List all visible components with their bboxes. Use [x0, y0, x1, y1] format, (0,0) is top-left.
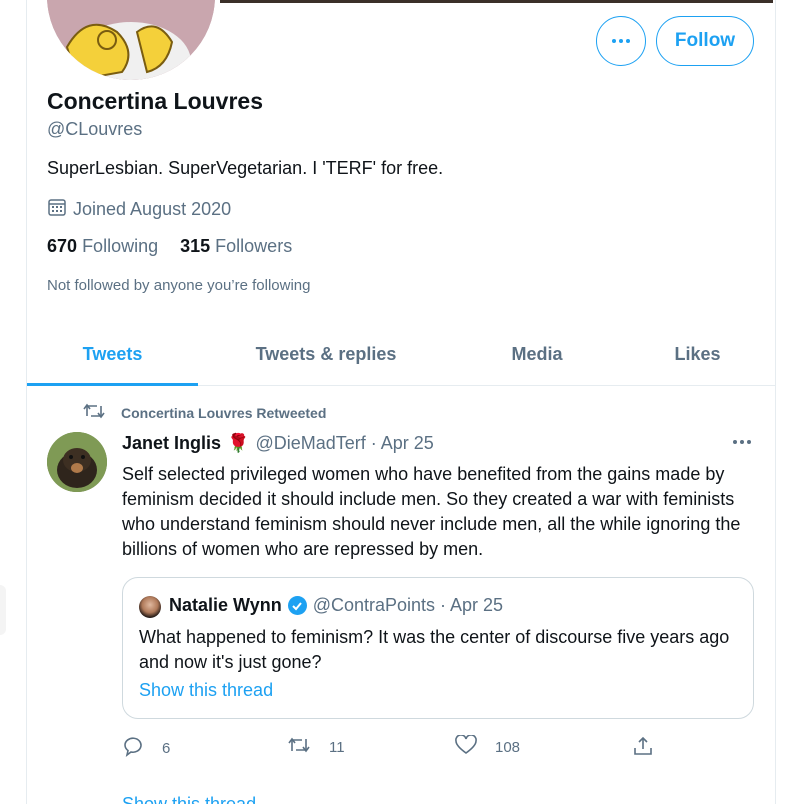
avatar-image	[47, 432, 107, 492]
quoted-tweet-text: What happened to feminism? It was the ce…	[139, 627, 730, 672]
show-thread-link[interactable]: Show this thread	[122, 794, 256, 804]
reply-button[interactable]: 6	[122, 735, 170, 761]
calendar-icon	[47, 197, 67, 222]
rose-emoji: 🌹	[227, 433, 250, 453]
followers-label: Followers	[215, 236, 293, 256]
quoted-author-name: Natalie Wynn	[169, 595, 282, 615]
tweet-actions: 6 11 108	[122, 734, 662, 761]
joined-date: Joined August 2020	[73, 199, 232, 219]
profile-bio: SuperLesbian. SuperVegetarian. I 'TERF' …	[47, 158, 444, 178]
quoted-handle-date: @ContraPoints · Apr 25	[312, 595, 504, 615]
retweet-icon	[287, 735, 311, 759]
tweet-text: Self selected privileged women who have …	[122, 464, 741, 559]
followers-link[interactable]: 315 Followers	[180, 236, 292, 257]
scroll-edge	[0, 585, 6, 635]
profile-handle: @CLouvres	[47, 119, 143, 139]
following-label: Following	[82, 236, 159, 256]
follow-button[interactable]: Follow	[656, 16, 754, 66]
reply-icon	[122, 735, 144, 761]
following-count: 670	[47, 236, 78, 256]
quoted-show-thread-link[interactable]: Show this thread	[139, 680, 273, 701]
quoted-author-avatar	[139, 596, 161, 618]
quoted-tweet[interactable]: Natalie Wynn @ContraPoints · Apr 25 What…	[122, 577, 754, 719]
tab-tweets[interactable]: Tweets	[27, 322, 198, 386]
retweeted-by-label[interactable]: Concertina Louvres Retweeted	[121, 405, 326, 421]
share-button[interactable]	[632, 735, 654, 761]
retweet-icon	[83, 402, 105, 423]
share-icon	[632, 735, 654, 761]
like-button[interactable]: 108	[455, 734, 521, 759]
active-tab-indicator	[27, 383, 198, 386]
profile-display-name: Concertina Louvres	[47, 88, 263, 114]
retweet-context: Concertina Louvres Retweeted	[83, 402, 326, 423]
profile-stats: 670 Following 315 Followers	[47, 236, 292, 257]
like-count: 108	[495, 738, 521, 756]
more-options-button[interactable]	[596, 16, 646, 66]
heart-icon	[455, 734, 477, 759]
profile-joined: Joined August 2020	[47, 197, 231, 222]
following-link[interactable]: 670 Following	[47, 236, 158, 257]
tweet-more-icon[interactable]	[733, 440, 751, 444]
profile-banner-edge	[220, 0, 773, 3]
reply-count: 6	[162, 739, 171, 757]
more-dots-icon	[612, 39, 630, 43]
tweet-author-name[interactable]: Janet Inglis	[122, 433, 221, 454]
retweet-count: 11	[329, 738, 345, 756]
tweet-handle-date[interactable]: @DieMadTerf · Apr 25	[255, 433, 433, 454]
quoted-tweet-header: Natalie Wynn @ContraPoints · Apr 25	[169, 595, 503, 616]
profile-tabs: Tweets Tweets & replies Media Likes	[27, 322, 775, 386]
verified-badge-icon	[287, 596, 307, 615]
tab-tweets-replies[interactable]: Tweets & replies	[198, 322, 454, 386]
tweet-author-avatar[interactable]	[47, 432, 107, 492]
tweet-header: Janet Inglis 🌹 @DieMadTerf · Apr 25	[122, 433, 434, 454]
followers-count: 315	[180, 236, 211, 256]
tab-likes[interactable]: Likes	[620, 322, 775, 386]
not-followed-note: Not followed by anyone you’re following	[47, 277, 311, 294]
tab-media[interactable]: Media	[454, 322, 620, 386]
retweet-button[interactable]: 11	[287, 735, 345, 759]
